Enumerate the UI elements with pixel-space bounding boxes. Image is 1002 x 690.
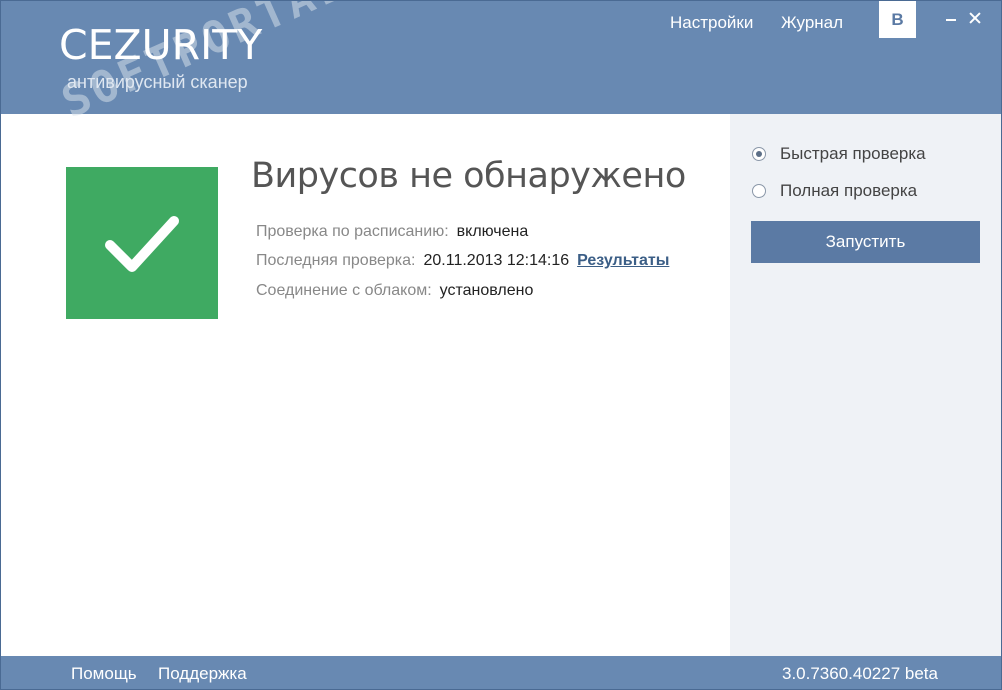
support-link[interactable]: Поддержка	[158, 664, 247, 684]
cloud-label: Соединение с облаком:	[256, 282, 432, 299]
journal-link[interactable]: Журнал	[781, 13, 843, 33]
cloud-row: Соединение с облаком: установлено	[256, 282, 533, 300]
quick-scan-radio[interactable]: Быстрая проверка	[752, 144, 926, 164]
status-indicator	[66, 167, 218, 319]
schedule-row: Проверка по расписанию: включена	[256, 223, 528, 241]
scan-panel: Быстрая проверка Полная проверка Запусти…	[730, 114, 1001, 656]
full-scan-label: Полная проверка	[780, 181, 918, 200]
vk-share-button[interactable]: В	[879, 1, 916, 38]
start-scan-button[interactable]: Запустить	[751, 221, 980, 263]
brand-logo: CEZURITY	[59, 21, 263, 69]
cloud-value: установлено	[439, 282, 534, 299]
last-scan-label: Последняя проверка:	[256, 252, 416, 269]
radio-selected-icon[interactable]	[752, 147, 766, 161]
schedule-label: Проверка по расписанию:	[256, 223, 449, 240]
settings-link[interactable]: Настройки	[670, 13, 753, 33]
full-scan-radio[interactable]: Полная проверка	[752, 181, 917, 201]
header-bar: SOFTPORTAL CEZURITY антивирусный сканер …	[1, 1, 1001, 128]
quick-scan-label: Быстрая проверка	[780, 144, 926, 163]
version-label: 3.0.7360.40227 beta	[782, 664, 938, 683]
radio-unselected-icon[interactable]	[752, 184, 766, 198]
help-link[interactable]: Помощь	[71, 664, 137, 684]
footer-bar: Помощь Поддержка 3.0.7360.40227 beta	[1, 656, 1001, 689]
brand-subtitle: антивирусный сканер	[67, 72, 248, 92]
status-title: Вирусов не обнаружено	[251, 156, 686, 196]
last-scan-value: 20.11.2013 12:14:16	[423, 252, 570, 269]
minimize-button[interactable]	[943, 9, 961, 27]
results-link[interactable]: Результаты	[577, 252, 669, 269]
app-window: SOFTPORTAL CEZURITY антивирусный сканер …	[0, 0, 1002, 690]
last-scan-row: Последняя проверка: 20.11.2013 12:14:16 Ре…	[256, 252, 669, 270]
close-button[interactable]	[967, 9, 985, 27]
schedule-value: включена	[456, 223, 529, 240]
checkmark-icon	[105, 216, 179, 272]
